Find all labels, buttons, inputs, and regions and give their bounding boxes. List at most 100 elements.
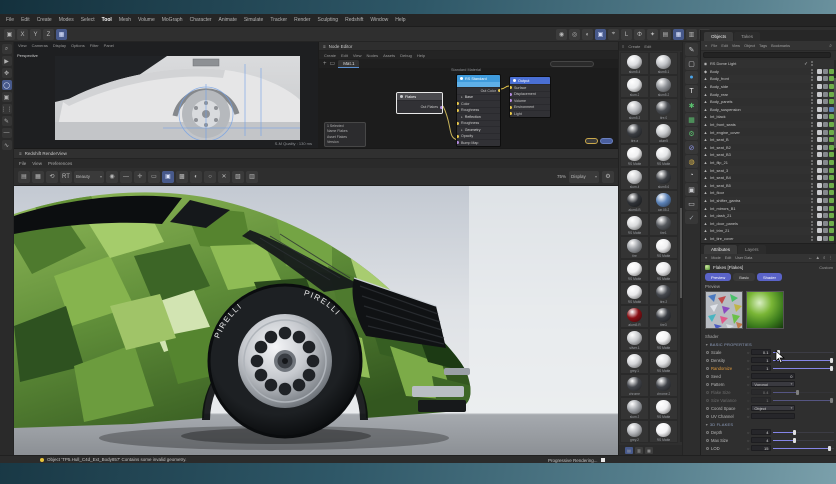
visibility-dots[interactable] [811,69,813,74]
material-thumbnail[interactable]: car.05.2 [649,190,678,213]
visibility-dots[interactable] [811,61,813,66]
visibility-dots[interactable] [811,145,813,150]
object-row[interactable]: ▲ Int_floor [701,189,836,197]
reset-icon[interactable]: ○ [747,390,749,395]
uv-tag[interactable] [823,236,828,241]
material-view-icon[interactable]: ▤ [625,447,633,454]
mode-icon[interactable]: ⋮⋮ [2,104,12,114]
viewport-menu-item[interactable]: Filter [90,43,99,48]
material-tab[interactable]: Mat.1 [338,60,359,68]
parameter-slider[interactable] [773,398,834,403]
material-thumbnail[interactable]: RS Matte [649,351,678,374]
node-editor-menu-item[interactable]: View [353,53,362,58]
viewport-menu-item[interactable]: Cameras [32,43,48,48]
renderview-menu-item[interactable]: View [32,161,42,166]
port-dot[interactable] [456,102,459,105]
visibility-dots[interactable] [811,183,813,188]
reset-icon[interactable]: ○ [747,366,749,371]
palette-icon[interactable]: ▢ [685,57,698,70]
object-name[interactable]: Int_black [710,114,801,119]
animation-dot[interactable] [706,399,709,402]
visibility-dots[interactable] [811,228,813,233]
material-thumbnail[interactable]: tire1 [649,213,678,236]
parameter-value[interactable]: 0.4 [751,389,771,395]
node-editor-menu-item[interactable]: Create [324,53,336,58]
renderview-tool-icon[interactable]: Beauty [74,171,104,183]
object-tags[interactable] [817,84,834,89]
object-tags[interactable] [817,114,834,119]
folder-icon[interactable]: ▭ [330,60,336,67]
reset-icon[interactable]: ○ [747,374,749,379]
menu-item[interactable]: Help [395,17,405,23]
object-name[interactable]: Int_seat_B2 [710,145,801,150]
object-tags[interactable] [817,175,834,180]
port-dot[interactable] [509,93,512,96]
mode-icon[interactable]: ▶ [2,56,12,66]
object-row[interactable]: ▲ Int_trim_21 [701,227,836,235]
object-row[interactable]: ▲ Int_seat_B2 [701,144,836,152]
port-dot[interactable] [456,141,459,144]
palette-icon[interactable]: T [685,85,698,98]
visibility-dots[interactable] [811,84,813,89]
palette-icon[interactable]: ⊘ [685,141,698,154]
material-tag[interactable] [817,122,822,127]
reset-icon[interactable]: ○ [747,430,749,435]
object-tags[interactable] [817,198,834,203]
palette-icon[interactable]: ⚙ [685,127,698,140]
mode-icon[interactable]: ∿ [2,140,12,150]
port-dot[interactable] [498,89,501,92]
material-thumbnail[interactable]: chrome.2 [649,374,678,397]
uv-tag[interactable] [823,190,828,195]
parameter-value[interactable]: 1 [751,397,771,403]
viewport-menu-item[interactable]: Panel [104,43,114,48]
material-thumbnail[interactable]: alum5.B [620,190,649,213]
parameter-value[interactable]: 4 [751,429,771,435]
menu-item[interactable]: Mesh [119,17,131,23]
menu-item[interactable]: Sculpting [318,17,339,23]
material-thumbnail[interactable]: alum.4 [620,167,649,190]
parameter-value[interactable]: 4 [751,437,771,443]
material-thumbnail[interactable]: grey.2 [620,420,649,443]
object-tags[interactable] [817,145,834,150]
material-thumbnail[interactable]: RS Matte [649,420,678,443]
menu-item[interactable]: Tracker [270,17,287,23]
uv-tag[interactable] [823,145,828,150]
renderview-tool-icon[interactable]: RT [60,171,72,183]
uv-tag[interactable] [823,107,828,112]
menu-item[interactable]: Render [294,17,310,23]
mode-icon[interactable]: ✎ [2,116,12,126]
object-search-input[interactable] [703,52,831,58]
palette-icon[interactable]: ▦ [685,113,698,126]
toolbar-icon[interactable]: ✦ [647,29,658,40]
parameter-value[interactable] [751,413,795,419]
material-tag[interactable] [817,76,822,81]
node-port-row[interactable]: Bump Map [457,139,500,146]
object-name[interactable]: Int_seat_B5 [710,183,801,188]
uv-tag[interactable] [823,76,828,81]
slider-knob[interactable] [828,446,831,451]
node-editor-menu-item[interactable]: Help [417,53,425,58]
material-thumbnail[interactable]: RS Matte [649,259,678,282]
material-preview-sphere[interactable] [746,291,784,329]
visibility-dots[interactable] [811,198,813,203]
palette-icon[interactable]: ✱ [685,99,698,112]
object-name[interactable]: Int_tire_cover [710,236,801,241]
object-name[interactable]: Int_mirrors_B1 [710,206,801,211]
menu-item[interactable]: Animate [219,17,237,23]
object-row[interactable]: ▲ Body_front [701,75,836,83]
object-tags[interactable] [817,206,834,211]
section-pill[interactable]: Preview [705,273,731,281]
object-name[interactable]: Int_seat_B4 [710,175,801,180]
viewport-menu-item[interactable]: View [18,43,27,48]
visibility-dots[interactable] [811,137,813,142]
animation-dot[interactable] [706,375,709,378]
visibility-dots[interactable] [811,175,813,180]
stop-render-button[interactable] [601,458,605,462]
preview-toggle[interactable] [600,138,613,144]
menu-item[interactable]: Character [190,17,212,23]
section-header[interactable]: BASIC PROPERTIES [701,340,836,348]
search-icon[interactable]: ⌕ [829,43,832,49]
object-row[interactable]: ▲ Int_black [701,113,836,121]
toolbar-icon[interactable]: Y [30,29,41,40]
animation-dot[interactable] [706,439,709,442]
